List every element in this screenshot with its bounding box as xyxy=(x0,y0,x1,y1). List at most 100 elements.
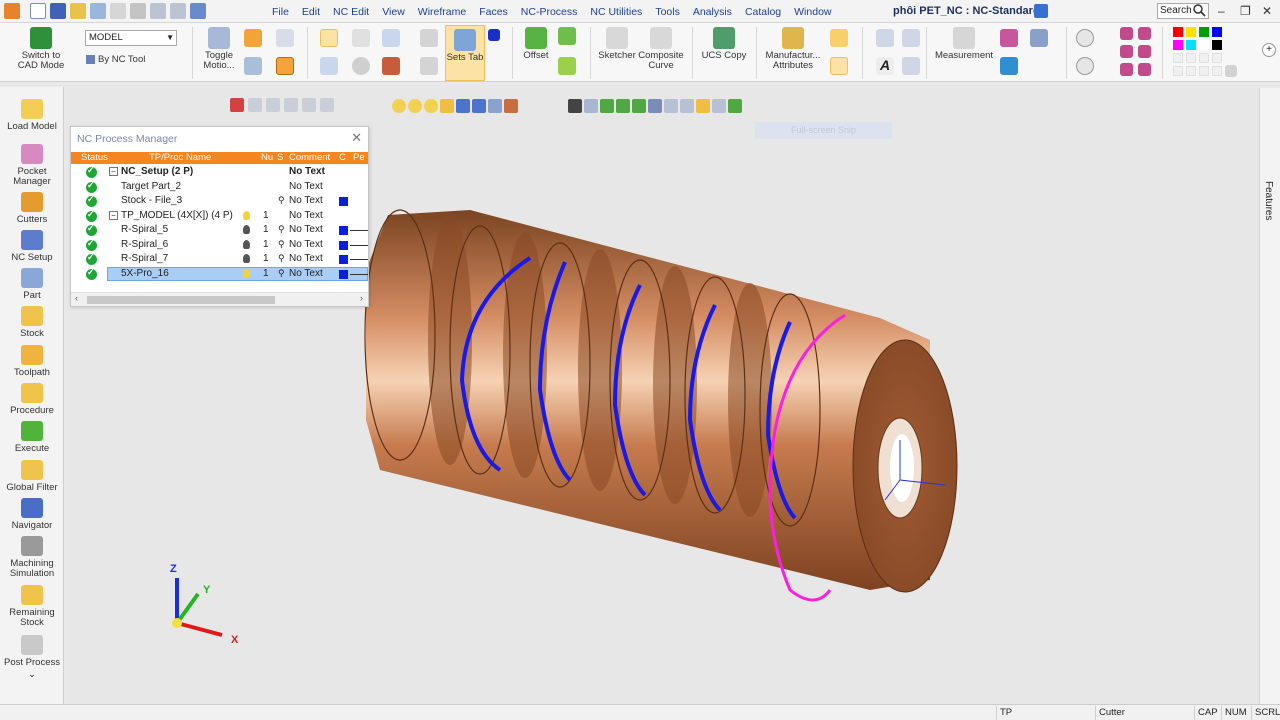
redo-view-icon[interactable] xyxy=(584,99,598,113)
view-icon[interactable] xyxy=(1138,63,1151,76)
horizontal-scrollbar[interactable]: ‹ › xyxy=(71,292,368,306)
empty-swatch[interactable] xyxy=(1199,53,1209,63)
bulb-icon[interactable] xyxy=(392,99,406,113)
tool-i-icon[interactable] xyxy=(728,99,742,113)
shade-icon[interactable] xyxy=(1030,29,1048,47)
grid-icon[interactable] xyxy=(130,3,146,19)
eyedropper-icon[interactable] xyxy=(1225,65,1237,77)
menu-nc-utilities[interactable]: NC Utilities xyxy=(590,6,642,18)
list-icon[interactable] xyxy=(382,29,400,47)
col-status[interactable]: Status xyxy=(81,152,108,164)
view-icon[interactable] xyxy=(1138,45,1151,58)
sets-tab-button[interactable]: Sets Tab xyxy=(445,25,485,81)
redo-icon[interactable] xyxy=(170,3,186,19)
col-c[interactable]: C xyxy=(339,152,346,164)
bulbs-icon[interactable] xyxy=(424,99,438,113)
surface-green-icon[interactable] xyxy=(558,57,576,75)
table-row[interactable]: −TP_MODEL (4X[X]) (4 P) 1 No Text xyxy=(71,209,368,223)
cube-icon[interactable] xyxy=(488,99,502,113)
sidebar-item-stock[interactable]: Stock xyxy=(0,306,64,339)
empty-swatch[interactable] xyxy=(1186,66,1196,76)
note-icon[interactable] xyxy=(902,57,920,75)
tool-b-icon[interactable] xyxy=(616,99,630,113)
tool-g-icon[interactable] xyxy=(696,99,710,113)
pick-icon[interactable] xyxy=(284,98,298,112)
menu-analysis[interactable]: Analysis xyxy=(693,6,732,18)
color-swatch[interactable] xyxy=(1199,27,1209,37)
app-logo-icon[interactable] xyxy=(4,3,20,19)
features-panel-tab[interactable]: Features xyxy=(1259,88,1280,704)
color-square-icon[interactable] xyxy=(339,197,348,206)
color-swatch[interactable] xyxy=(1186,40,1196,50)
sidebar-item-execute[interactable]: Execute xyxy=(0,421,64,454)
toggle-motion-button[interactable]: Toggle Motio... xyxy=(200,27,238,71)
menu-view[interactable]: View xyxy=(382,6,405,18)
stock-icon[interactable] xyxy=(276,57,294,75)
sidebar-item-load-model[interactable]: Load Model xyxy=(0,99,64,132)
sidebar-more-chevron-icon[interactable]: ⌄ xyxy=(0,670,64,680)
close-icon[interactable]: ✕ xyxy=(1262,4,1272,18)
delete-icon[interactable] xyxy=(230,98,244,112)
zoom-fit-icon[interactable] xyxy=(1076,57,1094,75)
cutter-tool-icon[interactable]: ⚲ xyxy=(278,224,285,235)
doc-icon[interactable] xyxy=(830,29,848,47)
bulb-on-icon[interactable] xyxy=(408,99,422,113)
render-mode-icon[interactable] xyxy=(504,99,518,113)
color-square-icon[interactable] xyxy=(339,226,348,235)
menu-tools[interactable]: Tools xyxy=(655,6,680,18)
empty-swatch[interactable] xyxy=(1212,66,1222,76)
cutter-tool-icon[interactable]: ⚲ xyxy=(278,239,285,250)
sketcher-button[interactable]: Sketcher xyxy=(596,27,638,61)
render-icon[interactable] xyxy=(1000,29,1018,47)
table-row[interactable]: −NC_Setup (2 P) No Text xyxy=(71,165,368,179)
help-icon[interactable] xyxy=(352,29,370,47)
tool-c-icon[interactable] xyxy=(632,99,646,113)
color-swatch[interactable] xyxy=(1173,40,1183,50)
collapse-icon[interactable]: − xyxy=(109,167,118,176)
color-square-icon[interactable] xyxy=(339,255,348,264)
minimize-icon[interactable]: – xyxy=(1218,4,1225,18)
undo-view-icon[interactable] xyxy=(568,99,582,113)
save-icon[interactable] xyxy=(50,3,66,19)
info-icon[interactable] xyxy=(352,57,370,75)
attr-icon[interactable] xyxy=(830,57,848,75)
view-icon[interactable] xyxy=(1138,27,1151,40)
cutter-tool-icon[interactable]: ⚲ xyxy=(278,253,285,264)
sidebar-item-post-process[interactable]: Post Process xyxy=(0,635,64,668)
color-icon[interactable] xyxy=(1000,57,1018,75)
tool-a-icon[interactable] xyxy=(600,99,614,113)
menu-nc-process[interactable]: NC-Process xyxy=(521,6,578,18)
measurement-button[interactable]: Measurement xyxy=(932,27,996,61)
color-swatch[interactable] xyxy=(1212,27,1222,37)
restore-icon[interactable]: ❐ xyxy=(1240,4,1251,18)
filter-icon[interactable] xyxy=(420,57,438,75)
color-swatch[interactable] xyxy=(1199,40,1209,50)
select-icon[interactable] xyxy=(110,3,126,19)
sidebar-item-nc-setup[interactable]: NC Setup xyxy=(0,230,64,263)
bulb-icon[interactable] xyxy=(243,225,250,234)
menu-window[interactable]: Window xyxy=(794,6,831,18)
menu-faces[interactable]: Faces xyxy=(479,6,508,18)
menu-edit[interactable]: Edit xyxy=(302,6,320,18)
surface-icon[interactable] xyxy=(558,27,576,45)
blue-square-icon[interactable] xyxy=(488,29,500,41)
box-select-icon[interactable] xyxy=(320,98,334,112)
table-row[interactable]: R-Spiral_5 1 ⚲ No Text xyxy=(71,223,368,237)
window-icon[interactable] xyxy=(190,3,206,19)
bulb-icon[interactable] xyxy=(243,268,250,278)
sidebar-item-navigator[interactable]: Navigator xyxy=(0,498,64,531)
col-comment[interactable]: Comment xyxy=(289,152,330,164)
new-file-icon[interactable] xyxy=(30,3,46,19)
empty-swatch[interactable] xyxy=(1173,66,1183,76)
undo-icon[interactable] xyxy=(150,3,166,19)
col-num[interactable]: Nu xyxy=(261,152,273,164)
menu-catalog[interactable]: Catalog xyxy=(745,6,781,18)
color-square-icon[interactable] xyxy=(339,240,348,250)
scroll-thumb[interactable] xyxy=(87,296,275,304)
angle-icon[interactable] xyxy=(902,29,920,47)
col-pe[interactable]: Pe xyxy=(353,152,365,164)
table-row[interactable]: Target Part_2 No Text xyxy=(71,180,368,194)
copy-icon[interactable] xyxy=(276,29,294,47)
zoom-icon[interactable] xyxy=(1076,29,1094,47)
bulb-icon[interactable] xyxy=(243,254,250,263)
